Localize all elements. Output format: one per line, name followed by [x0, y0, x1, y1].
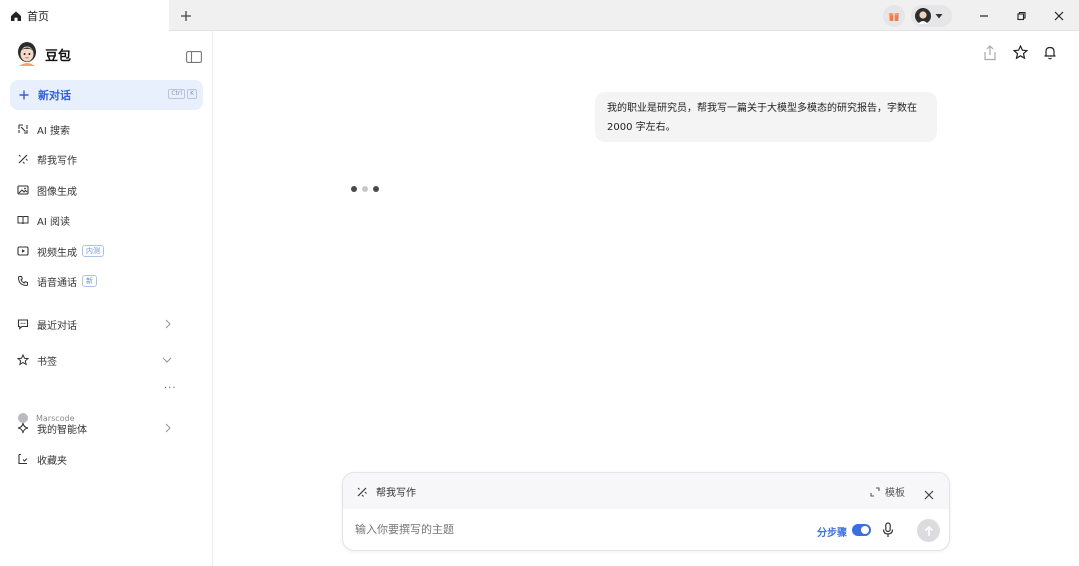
- step-toggle[interactable]: [852, 524, 871, 536]
- sidebar-item-label: 语音通话: [37, 277, 77, 289]
- sidebar-item-label: 收藏夹: [37, 455, 67, 467]
- collapse-sidebar-button[interactable]: [186, 48, 202, 67]
- video-icon: [17, 246, 29, 256]
- tab-home[interactable]: 首页: [0, 0, 169, 31]
- template-label: 模板: [885, 488, 905, 499]
- sidebar-item-label: 图像生成: [37, 186, 77, 198]
- close-skill-button[interactable]: [924, 485, 934, 504]
- plus-icon: [19, 90, 29, 100]
- chat-bubble-icon: [17, 319, 29, 330]
- sparkle-icon: [17, 422, 29, 434]
- sidebar-toggle-icon: [186, 51, 202, 63]
- close-icon: [1054, 11, 1064, 21]
- chevron-right-icon: [165, 423, 171, 433]
- sidebar-item-label: AI 阅读: [37, 216, 70, 228]
- sidebar-item-image-gen[interactable]: 图像生成: [17, 180, 77, 200]
- sidebar-item-ai-search[interactable]: AI 搜索: [17, 119, 70, 139]
- microphone-icon: [882, 522, 894, 537]
- sidebar-item-label: 书签: [37, 356, 57, 368]
- composer: 帮我写作 模板 分步骤: [342, 472, 950, 551]
- sidebar-item-favorites[interactable]: 收藏夹: [17, 449, 67, 469]
- star-icon: [1012, 44, 1029, 60]
- shortcut-hint: Ctrl K: [168, 89, 197, 99]
- sidebar-item-bookmarks[interactable]: 书签: [17, 350, 197, 370]
- arrow-up-icon: [924, 525, 933, 536]
- sidebar-item-label: 我的智能体: [37, 424, 87, 436]
- brand-name: 豆包: [45, 48, 72, 64]
- new-tab-button[interactable]: [176, 6, 196, 26]
- bell-icon: [1044, 46, 1056, 60]
- folder-icon: [18, 453, 28, 465]
- beta-badge: 内测: [82, 245, 104, 257]
- typing-indicator: [351, 186, 379, 192]
- close-icon: [924, 490, 934, 500]
- doubao-avatar-icon: [18, 42, 36, 66]
- caret-down-icon: [935, 14, 943, 19]
- chevron-right-icon: [165, 319, 171, 329]
- typing-dot: [373, 186, 379, 192]
- send-button[interactable]: [917, 519, 940, 542]
- share-icon: [984, 45, 996, 61]
- sidebar-item-label: 最近对话: [37, 320, 77, 332]
- new-badge: 新: [82, 275, 97, 287]
- shortcut-key: Ctrl: [168, 89, 186, 99]
- gift-button[interactable]: [883, 5, 905, 27]
- sidebar-item-label: 帮我写作: [37, 155, 77, 167]
- sidebar-item-agents[interactable]: 我的智能体: [17, 418, 197, 438]
- phone-icon: [17, 276, 28, 287]
- skill-label: 帮我写作: [376, 488, 416, 499]
- bookmarks-more-button[interactable]: ···: [164, 383, 177, 394]
- sidebar-item-label: 视频生成: [37, 247, 77, 259]
- home-icon: [11, 11, 21, 21]
- minimize-icon: [980, 15, 988, 17]
- brand[interactable]: 豆包: [17, 42, 71, 66]
- sidebar-item-recent[interactable]: 最近对话: [17, 314, 197, 334]
- pen-icon: [357, 487, 367, 497]
- step-toggle-label: 分步骤: [817, 528, 847, 539]
- search-icon: [18, 124, 28, 134]
- chevron-down-icon: [162, 357, 172, 363]
- toggle-knob: [861, 526, 869, 534]
- pen-icon: [18, 154, 28, 164]
- share-button[interactable]: [983, 45, 997, 61]
- account-menu[interactable]: [911, 5, 952, 27]
- sidebar-item-label: AI 搜索: [37, 125, 70, 137]
- notifications-button[interactable]: [1043, 45, 1057, 61]
- sidebar-item-voice-call[interactable]: 语音通话 新: [17, 271, 97, 291]
- image-icon: [17, 185, 29, 195]
- new-chat-label: 新对话: [38, 89, 71, 102]
- expand-icon: [870, 486, 880, 497]
- read-icon: [17, 216, 29, 225]
- shortcut-key: K: [187, 89, 197, 99]
- gift-icon: [889, 13, 899, 21]
- restore-button[interactable]: [1011, 6, 1031, 26]
- new-chat-button[interactable]: 新对话 Ctrl K: [10, 80, 203, 110]
- star-icon: [17, 354, 29, 366]
- typing-dot: [351, 186, 357, 192]
- user-message: 我的职业是研究员，帮我写一篇关于大模型多模态的研究报告，字数在 2000 字左右…: [595, 92, 937, 142]
- tab-title: 首页: [27, 9, 49, 23]
- typing-dot: [362, 186, 368, 192]
- sidebar-item-writing[interactable]: 帮我写作: [17, 149, 77, 169]
- template-button[interactable]: 模板: [870, 484, 905, 499]
- sidebar-item-ai-read[interactable]: AI 阅读: [17, 210, 70, 230]
- favorite-button[interactable]: [1012, 44, 1029, 61]
- composer-skill-bar: 帮我写作 模板: [343, 473, 949, 509]
- prompt-input[interactable]: [355, 523, 755, 536]
- avatar-icon: [915, 8, 931, 24]
- voice-input-button[interactable]: [882, 522, 894, 542]
- restore-icon: [1017, 11, 1026, 21]
- writing-skill-chip[interactable]: 帮我写作: [356, 484, 416, 499]
- title-bar: 首页: [0, 0, 1079, 31]
- minimize-button[interactable]: [974, 6, 994, 26]
- sidebar-item-video-gen[interactable]: 视频生成 内测: [17, 241, 104, 261]
- plus-icon: [181, 11, 191, 21]
- close-window-button[interactable]: [1049, 6, 1069, 26]
- sidebar: 豆包 新对话 Ctrl K AI 搜索 帮我写作 图像生成 AI 阅读 视频生成…: [0, 31, 213, 566]
